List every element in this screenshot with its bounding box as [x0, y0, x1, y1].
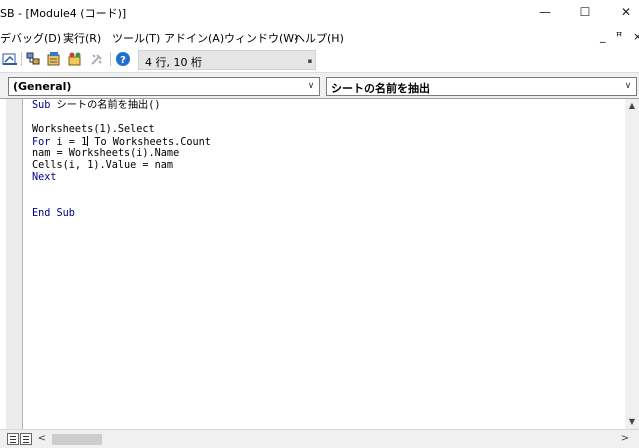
code-keyword: End Sub [32, 208, 75, 219]
code-keyword: Sub [32, 100, 51, 111]
procedure-dropdown[interactable]: シートの名前を抽出 ∨ [326, 77, 637, 96]
object-dropdown-value: (General) [13, 80, 72, 93]
text-caret [87, 136, 89, 146]
cursor-position-status: 4 行, 10 桁 [138, 50, 316, 70]
toolbar-options-grip[interactable]: ▪ [306, 56, 314, 66]
menu-bar: デバッグ(D) 実行(R) ツール(T) アドイン(A) ウィンドウ(W) ヘル… [0, 26, 639, 48]
close-button[interactable]: ✕ [611, 2, 639, 22]
code-keyword: Next [32, 172, 57, 183]
mdi-restore-button[interactable]: ꟸ [616, 30, 622, 43]
svg-text:?: ? [120, 55, 126, 66]
standard-toolbar: ? 4 行, 10 桁 ▪ [0, 48, 639, 72]
toolbar-separator [110, 52, 111, 66]
code-line[interactable]: nam = Worksheets(i).Name [32, 148, 211, 160]
menu-addins[interactable]: アドイン(A) [164, 30, 224, 46]
vertical-scrollbar[interactable]: ▲ ▼ [625, 99, 639, 429]
margin-indicator-bar[interactable] [6, 99, 23, 429]
horizontal-scroll-bar: < > [0, 429, 639, 448]
code-line[interactable]: Worksheets(1).Select [32, 124, 211, 136]
toolbox-icon[interactable] [89, 51, 105, 67]
menu-debug[interactable]: デバッグ(D) [0, 30, 61, 46]
horizontal-scroll-thumb[interactable] [52, 434, 102, 445]
code-window-header: (General) ∨ シートの名前を抽出 ∨ [0, 72, 639, 98]
cursor-position-text: 4 行, 10 桁 [145, 56, 202, 69]
code-line[interactable]: For i = 1 To Worksheets.Count [32, 136, 211, 148]
scroll-right-icon[interactable]: > [619, 432, 631, 446]
full-module-view-button[interactable] [20, 433, 32, 445]
code-text-area[interactable]: Sub シートの名前を抽出() Worksheets(1).Select For i… [32, 100, 211, 220]
menu-tools[interactable]: ツール(T) [112, 30, 160, 46]
title-bar: SB - [Module4 (コード)] — ☐ ✕ [0, 0, 639, 26]
menu-run[interactable]: 実行(R) [63, 30, 101, 46]
toolbar-separator [21, 52, 22, 66]
procedure-view-button[interactable] [7, 433, 19, 445]
project-explorer-icon[interactable] [25, 51, 41, 67]
minimize-button[interactable]: — [530, 2, 560, 22]
help-icon[interactable]: ? [115, 51, 131, 67]
scroll-left-icon[interactable]: < [36, 432, 48, 446]
properties-window-icon[interactable] [46, 51, 62, 67]
chevron-down-icon[interactable]: ∨ [305, 79, 317, 94]
code-keyword: For [32, 137, 51, 148]
code-line[interactable] [32, 112, 211, 124]
maximize-button[interactable]: ☐ [570, 2, 600, 22]
chevron-down-icon[interactable]: ∨ [622, 79, 634, 94]
window-title: SB - [Module4 (コード)] [0, 7, 127, 20]
mdi-minimize-button[interactable]: _ [600, 30, 606, 43]
procedure-dropdown-value: シートの名前を抽出 [331, 82, 430, 95]
code-editor[interactable]: Sub シートの名前を抽出() Worksheets(1).Select For i… [0, 98, 639, 448]
mdi-close-button[interactable]: × [633, 30, 639, 43]
design-mode-icon[interactable] [2, 51, 18, 67]
object-browser-icon[interactable] [67, 51, 83, 67]
scroll-up-icon[interactable]: ▲ [625, 99, 639, 113]
menu-window[interactable]: ウィンドウ(W) [224, 30, 298, 46]
code-line[interactable] [32, 184, 211, 196]
code-line[interactable] [32, 196, 211, 208]
scroll-down-icon[interactable]: ▼ [625, 415, 639, 429]
object-dropdown[interactable]: (General) ∨ [8, 77, 320, 96]
code-line[interactable]: Sub シートの名前を抽出() [32, 100, 211, 112]
code-line[interactable]: End Sub [32, 208, 211, 220]
code-line[interactable]: Next [32, 172, 211, 184]
code-line[interactable]: Cells(i, 1).Value = nam [32, 160, 211, 172]
menu-help[interactable]: ヘルプ(H) [294, 30, 344, 46]
